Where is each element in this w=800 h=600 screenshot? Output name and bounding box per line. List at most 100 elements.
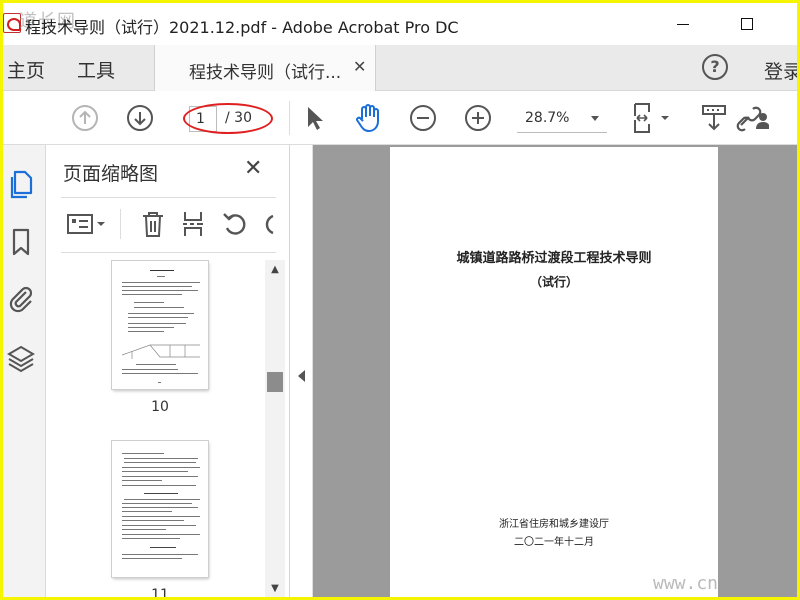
navigation-rail [3,145,46,597]
thumb-text [122,520,184,521]
rotate-clockwise-icon[interactable] [259,209,279,239]
window-title: 程技术导则（试行）2021.12.pdf - Adobe Acrobat Pro… [25,18,459,37]
thumb-diagram [121,344,200,359]
divider [61,252,276,253]
thumb-text [122,507,198,508]
toolbar-divider [289,101,290,135]
thumb-text [150,547,176,548]
thumb-text [134,307,184,308]
document-subtitle: （试行） [529,275,578,289]
thumb-text [122,476,198,477]
layers-icon[interactable] [6,343,36,373]
tab-document[interactable]: 程技术导则（试行... ✕ [154,45,376,91]
thumb-text [122,525,196,526]
pages-icon[interactable] [6,169,36,199]
zoom-select[interactable]: 28.7% [517,105,607,133]
thumb-text [128,313,194,314]
thumb-text [122,369,178,370]
thumb-text [122,554,198,555]
page-thumbnail-11[interactable] [112,441,208,577]
thumb-text [122,511,172,512]
help-icon[interactable]: ? [702,54,728,80]
watermark-bottom: www.cn [653,573,719,594]
minimize-button[interactable] [663,9,703,39]
page-thumbnail-10[interactable] [112,261,208,389]
thumb-text [122,558,182,559]
thumb-text [150,270,174,271]
hand-tool-icon[interactable] [353,103,383,133]
zoom-out-icon[interactable] [408,103,438,133]
tab-bar: 主页 工具 程技术导则（试行... ✕ ? 登录 [3,45,797,91]
rotate-icon[interactable] [219,209,251,239]
thumb-text [128,323,186,324]
delete-icon[interactable] [137,209,169,239]
thumb-text [122,453,164,454]
bookmark-icon[interactable] [6,227,36,257]
thumb-text [122,373,198,374]
thumbnail-label: 10 [151,399,169,415]
red-annotation-ellipse [183,103,273,134]
tab-home[interactable]: 主页 [7,56,45,83]
thumb-text [128,317,188,318]
main-toolbar: 1 / 30 28.7% [3,91,797,145]
thumb-text [158,382,161,383]
page-thumbnails-panel: 页面缩略图 ✕ 10 11 ▲ ▼ [47,145,290,597]
divider [61,197,276,198]
thumb-text [122,286,192,287]
acrobat-window: 道长网 程技术导则（试行）2021.12.pdf - Adobe Acrobat… [3,3,797,597]
prev-page-icon[interactable] [70,103,100,133]
scroll-up-icon[interactable]: ▲ [270,265,280,275]
document-organization: 浙江省住房和城乡建设厅 [499,519,609,530]
page-fit-icon[interactable] [630,103,676,133]
document-title: 城镇道路路桥过渡段工程技术导则 [456,251,652,266]
thumbnail-label: 11 [151,587,169,597]
maximize-button[interactable] [727,9,767,39]
thumb-text [124,499,200,500]
thumb-text [136,364,176,365]
chevron-down-icon [591,116,599,121]
thumb-text [122,529,166,530]
thumb-text [144,493,178,494]
next-page-icon[interactable] [125,103,155,133]
thumb-text [128,327,174,328]
thumb-text [122,538,180,539]
document-background: 城镇道路路桥过渡段工程技术导则 （试行） 浙江省住房和城乡建设厅 二〇二一年十二… [313,145,797,597]
document-view: 城镇道路路桥过渡段工程技术导则 （试行） 浙江省住房和城乡建设厅 二〇二一年十二… [291,145,797,597]
collapse-panel-handle[interactable] [291,145,313,597]
zoom-in-icon[interactable] [463,103,493,133]
close-icon[interactable]: ✕ [244,156,262,181]
scroll-down-icon[interactable]: ▼ [270,584,280,594]
close-tab-icon[interactable]: ✕ [353,57,366,76]
document-date: 二〇二一年十二月 [514,537,594,548]
thumb-text [122,480,162,481]
thumb-text [122,516,200,517]
pdf-page[interactable]: 城镇道路路桥过渡段工程技术导则 （试行） 浙江省住房和城乡建设厅 二〇二一年十二… [390,147,718,597]
thumb-text [122,290,198,291]
maximize-icon [741,18,753,30]
tab-tools[interactable]: 工具 [77,56,115,83]
scroll-thumb[interactable] [267,372,283,392]
thumb-text [128,331,164,332]
thumb-text [134,302,164,303]
thumb-text [124,458,198,459]
thumbnail-scrollbar[interactable]: ▲ ▼ [265,260,285,597]
form-tool-icon[interactable] [699,103,729,133]
thumb-text [122,282,200,283]
thumb-text [122,467,200,468]
select-cursor-icon[interactable] [299,103,329,133]
thumbnail-options-icon[interactable] [65,209,109,239]
panel-title: 页面缩略图 [63,163,159,185]
attachment-icon[interactable] [6,283,36,313]
thumb-text [124,462,196,463]
sign-in-button[interactable]: 登录 [764,57,797,84]
minimize-icon [677,23,689,25]
share-link-icon[interactable] [735,103,769,133]
document-tab-label: 程技术导则（试行... [189,63,342,83]
thumb-text [122,471,188,472]
thumb-text [122,503,192,504]
thumb-text [157,276,165,277]
toolbar-divider [120,209,121,239]
insert-page-icon[interactable] [177,209,209,239]
zoom-value: 28.7% [525,110,570,126]
thumb-text [122,534,200,535]
